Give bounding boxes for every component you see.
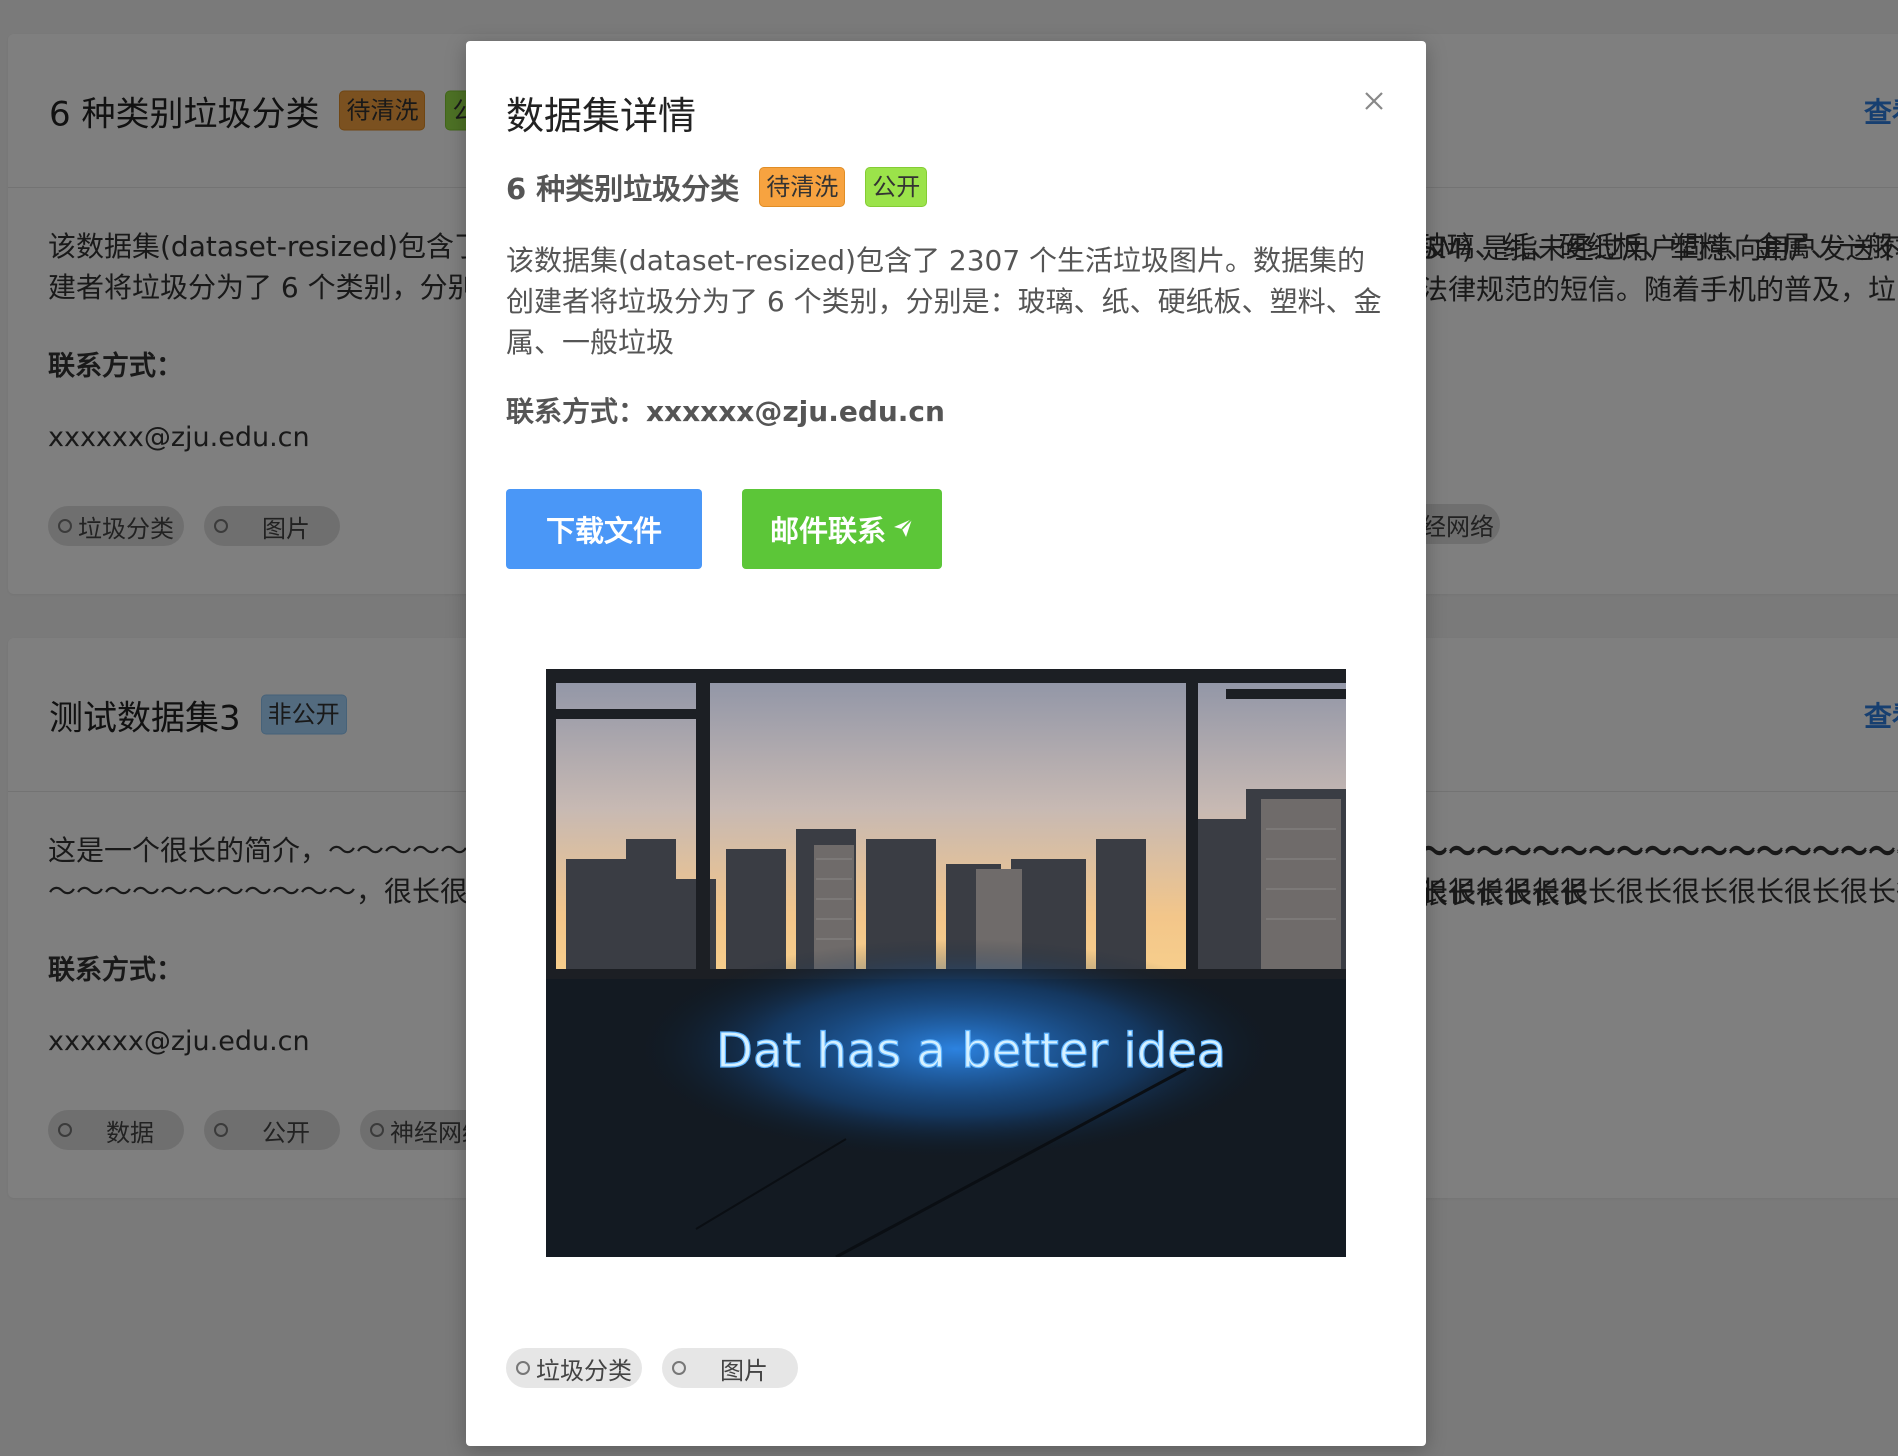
download-button-label: 下载文件 xyxy=(545,514,662,548)
paper-plane-icon xyxy=(892,512,914,546)
neon-text: Dat has a better idea xyxy=(716,1023,1226,1079)
mail-contact-button[interactable]: 邮件联系 xyxy=(742,489,942,569)
dataset-name-text: 6 种类别垃圾分类 xyxy=(506,172,740,206)
tag-label: 垃圾分类 xyxy=(536,1356,632,1385)
dataset-cover-image: Dat has a better idea xyxy=(546,669,1346,1257)
download-button[interactable]: 下载文件 xyxy=(506,489,702,569)
dataset-name: 6 种类别垃圾分类 待清洗 公开 xyxy=(506,166,928,208)
tag-label: 图片 xyxy=(720,1356,768,1385)
tag-list: 垃圾分类 图片 xyxy=(506,1348,798,1388)
mail-button-label: 邮件联系 xyxy=(769,514,886,548)
modal-title: 数据集详情 xyxy=(506,94,697,138)
circle-icon xyxy=(672,1361,686,1375)
close-icon[interactable] xyxy=(1356,83,1392,119)
tag-item[interactable]: 垃圾分类 xyxy=(506,1348,642,1388)
circle-icon xyxy=(516,1361,530,1375)
visibility-badge: 公开 xyxy=(865,167,928,207)
dataset-detail-modal: 数据集详情 6 种类别垃圾分类 待清洗 公开 该数据集(dataset-resi… xyxy=(466,41,1426,1446)
tag-item[interactable]: 图片 xyxy=(662,1348,798,1388)
contact-info: 联系方式：xxxxxx@zju.edu.cn xyxy=(506,395,945,428)
status-badge: 待清洗 xyxy=(759,167,846,207)
dataset-description: 该数据集(dataset-resized)包含了 2307 个生活垃圾图片。数据… xyxy=(506,244,1382,359)
